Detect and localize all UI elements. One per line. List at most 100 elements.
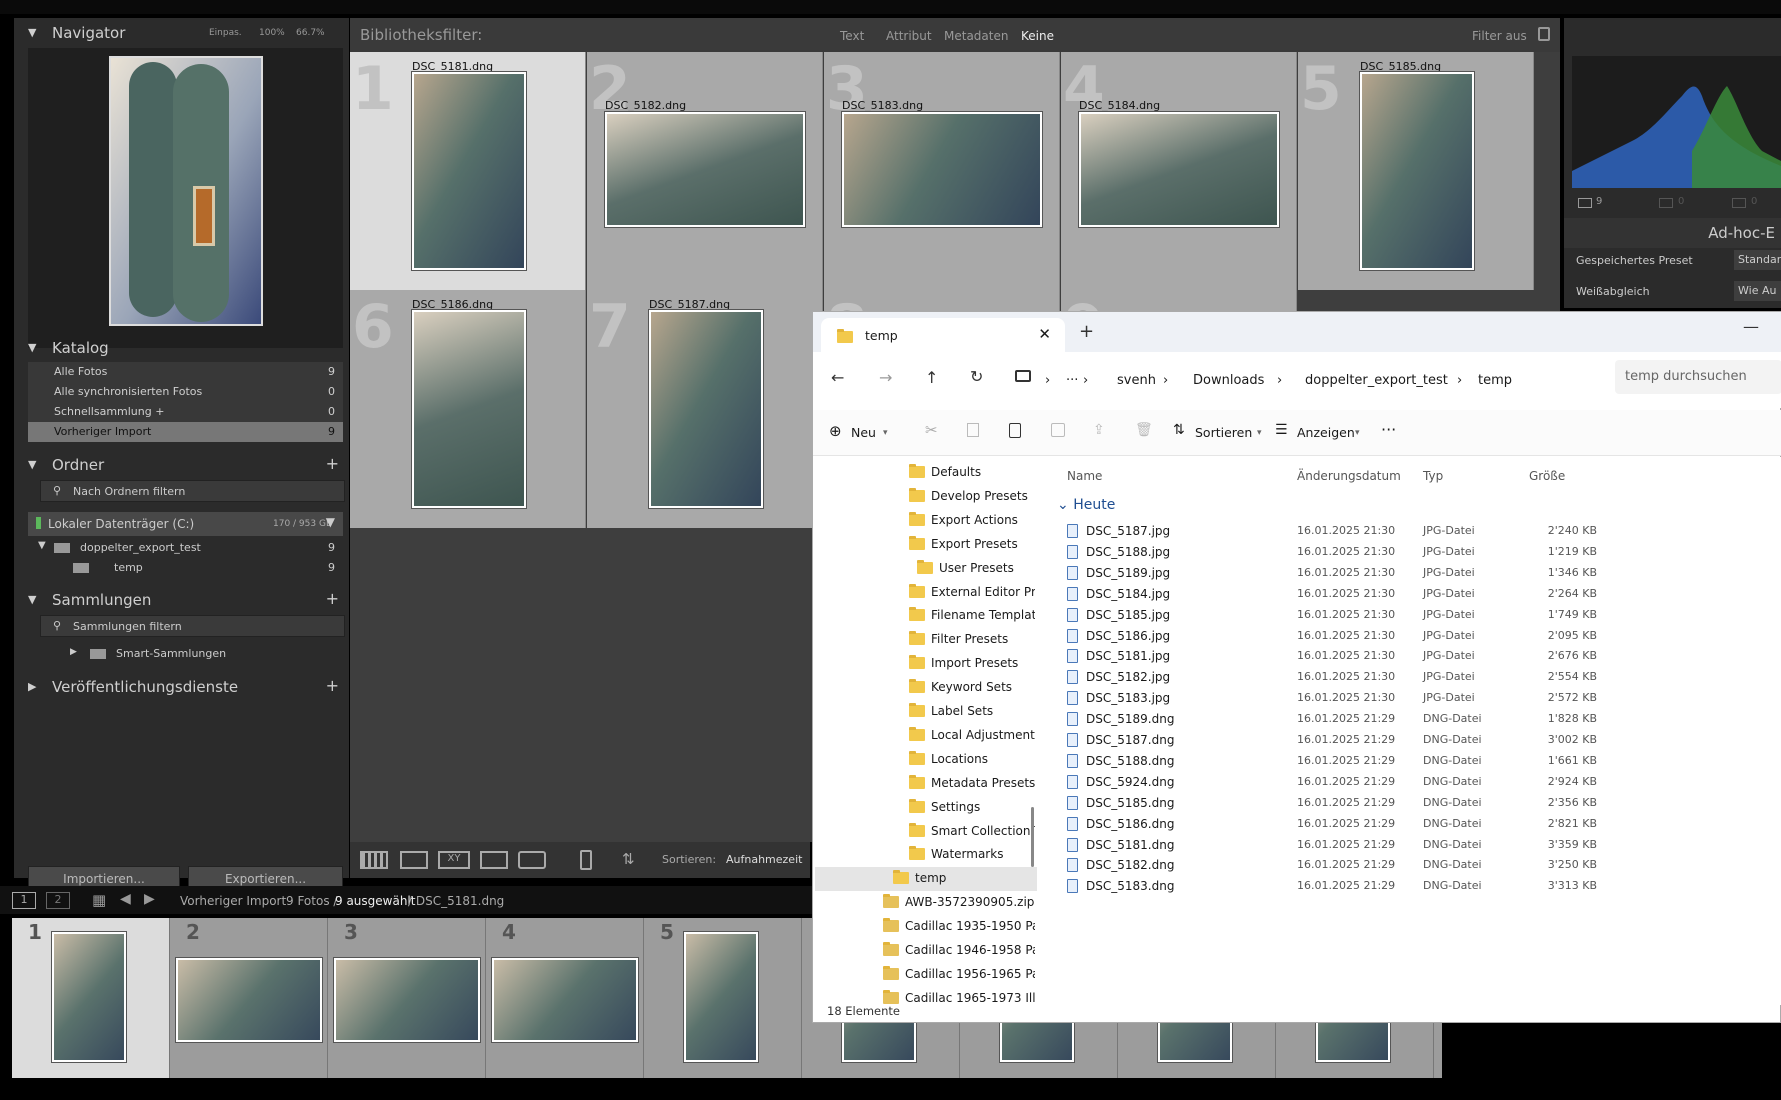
navigator-preview-image[interactable] <box>109 56 263 326</box>
filter-tab-metadata[interactable]: Metadaten <box>944 29 1008 43</box>
file-row[interactable]: DSC_5184.jpg 16.01.2025 21:30 JPG-Datei 2'2… <box>1067 584 1767 605</box>
file-row[interactable]: DSC_5181.jpg 16.01.2025 21:30 JPG-Datei 2'6… <box>1067 646 1767 667</box>
chevron-down-icon[interactable]: ▼ <box>326 515 335 529</box>
column-header-type[interactable]: Typ <box>1423 469 1443 483</box>
nav-item[interactable]: Defaults <box>909 461 1035 485</box>
more-options-icon[interactable]: ··· <box>1381 420 1396 439</box>
navigator-zoom-100[interactable]: 100% <box>259 28 285 38</box>
group-header-heute[interactable]: ⌄ Heute <box>1057 497 1115 513</box>
file-row[interactable]: DSC_5183.dng 16.01.2025 21:29 DNG-Datei 3'3… <box>1067 876 1767 897</box>
delete-icon[interactable]: 🗑 <box>1135 422 1153 438</box>
folder-row[interactable]: ▼ doppelter_export_test 9 <box>28 538 343 558</box>
filmstrip-cell[interactable]: 1 <box>12 918 170 1078</box>
back-arrow-icon[interactable]: ← <box>831 368 844 387</box>
saved-preset-dropdown[interactable]: Standar <box>1734 250 1781 270</box>
file-row[interactable]: DSC_5182.jpg 16.01.2025 21:30 JPG-Datei 2'5… <box>1067 667 1767 688</box>
filter-off-dropdown[interactable]: Filter aus <box>1472 29 1527 43</box>
smart-collections-row[interactable]: ▶ Smart-Sammlungen <box>28 644 343 664</box>
file-row[interactable]: DSC_5181.dng 16.01.2025 21:29 DNG-Datei 3'3… <box>1067 835 1767 856</box>
folders-header[interactable]: ▼ Ordner + <box>14 450 349 480</box>
nav-item[interactable]: Local Adjustment Pres <box>909 724 1035 748</box>
add-folder-icon[interactable]: + <box>326 454 339 473</box>
nav-item[interactable]: Export Presets <box>909 533 1035 557</box>
nav-item[interactable]: Smart Collection Temp <box>909 820 1035 844</box>
file-row[interactable]: DSC_5189.dng 16.01.2025 21:29 DNG-Datei 1'8… <box>1067 709 1767 730</box>
new-button[interactable]: Neu <box>851 425 876 440</box>
refresh-icon[interactable]: ↻ <box>970 367 983 386</box>
filmstrip-cell[interactable]: 5 <box>644 918 802 1078</box>
survey-view-icon[interactable] <box>480 851 508 869</box>
catalog-header[interactable]: ▼ Katalog <box>14 333 349 363</box>
copy-icon[interactable] <box>967 423 979 437</box>
filmstrip-thumbnail[interactable] <box>333 957 481 1043</box>
folder-filter-field[interactable]: ⚲ Nach Ordnern filtern <box>40 480 345 502</box>
spray-can-icon[interactable] <box>580 850 592 870</box>
nav-item[interactable]: Cadillac 1946-1958 Parts.zi <box>883 939 1035 963</box>
navigator-fit[interactable]: Einpas. <box>209 28 242 38</box>
photo-thumbnail[interactable] <box>1359 71 1475 271</box>
lock-icon[interactable] <box>1538 27 1550 41</box>
file-row[interactable]: DSC_5188.jpg 16.01.2025 21:30 JPG-Datei 1'2… <box>1067 542 1767 563</box>
nav-item[interactable]: Locations <box>909 748 1035 772</box>
nav-item[interactable]: Filter Presets <box>909 628 1035 652</box>
rename-icon[interactable] <box>1051 423 1065 437</box>
view-button[interactable]: Anzeigen <box>1297 425 1355 440</box>
volume-row[interactable]: Lokaler Datenträger (C:) 170 / 953 GB ▼ <box>28 512 343 536</box>
file-row[interactable]: DSC_5185.dng 16.01.2025 21:29 DNG-Datei 2'3… <box>1067 793 1767 814</box>
close-tab-icon[interactable]: ✕ <box>1038 325 1051 343</box>
breadcrumb-doppelter-export-test[interactable]: doppelter_export_test <box>1305 373 1448 388</box>
file-row[interactable]: DSC_5188.dng 16.01.2025 21:29 DNG-Datei 1'6… <box>1067 751 1767 772</box>
column-header-date[interactable]: Änderungsdatum <box>1297 469 1401 483</box>
grid-cell[interactable]: 5 DSC_5185.dng <box>1298 52 1534 290</box>
sort-direction-icon[interactable]: ⇅ <box>622 850 635 868</box>
breadcrumb-svenh[interactable]: svenh <box>1117 373 1156 388</box>
minimize-icon[interactable]: — <box>1743 317 1759 336</box>
explorer-tab-temp[interactable]: temp ✕ <box>821 318 1065 352</box>
people-view-icon[interactable] <box>518 851 546 869</box>
publish-header[interactable]: ▶ Veröffentlichungsdienste + <box>14 672 349 702</box>
sort-dropdown[interactable]: Aufnahmezeit <box>726 853 802 866</box>
file-row[interactable]: DSC_5187.jpg 16.01.2025 21:30 JPG-Datei 2'2… <box>1067 521 1767 542</box>
photo-thumbnail[interactable] <box>648 309 764 509</box>
collection-filter-field[interactable]: ⚲ Sammlungen filtern <box>40 615 345 637</box>
window-1-button[interactable]: 1 <box>12 892 36 909</box>
expand-triangle-icon[interactable]: ▼ <box>38 540 46 551</box>
photo-thumbnail[interactable] <box>841 111 1043 228</box>
grid-cell[interactable]: 1 DSC_5181.dng <box>350 52 586 290</box>
photo-thumbnail[interactable] <box>1078 111 1280 228</box>
nav-item[interactable]: External Editor Presets <box>909 581 1035 605</box>
file-row[interactable]: DSC_5189.jpg 16.01.2025 21:30 JPG-Datei 1'3… <box>1067 563 1767 584</box>
file-row[interactable]: DSC_5186.jpg 16.01.2025 21:30 JPG-Datei 2'0… <box>1067 626 1767 647</box>
nav-item[interactable]: Cadillac 1956-1965 Parts.zi <box>883 963 1035 987</box>
file-row[interactable]: DSC_5186.dng 16.01.2025 21:29 DNG-Datei 2'8… <box>1067 814 1767 835</box>
filmstrip-thumbnail[interactable] <box>683 931 759 1063</box>
new-tab-icon[interactable]: + <box>1079 321 1094 342</box>
cut-icon[interactable]: ✂ <box>925 421 938 439</box>
grid-cell[interactable]: 4 DSC_5184.dng <box>1061 52 1297 290</box>
nav-item[interactable]: Settings <box>909 796 1035 820</box>
photo-thumbnail[interactable] <box>604 111 806 228</box>
photo-thumbnail[interactable] <box>411 309 527 509</box>
column-header-name[interactable]: Name <box>1067 469 1102 483</box>
computer-icon[interactable] <box>1015 370 1031 382</box>
collections-header[interactable]: ▼ Sammlungen + <box>14 585 349 615</box>
compare-view-icon[interactable]: XY <box>438 851 470 869</box>
nav-item[interactable]: Filename Templates <box>909 604 1035 628</box>
catalog-item[interactable]: Alle Fotos 9 <box>28 362 343 382</box>
window-2-button[interactable]: 2 <box>46 892 70 909</box>
navigator-zoom-custom[interactable]: 66.7% <box>296 28 325 38</box>
back-arrow-icon[interactable]: ◀ <box>120 891 131 907</box>
search-input[interactable]: temp durchsuchen <box>1615 360 1781 394</box>
file-row[interactable]: DSC_5183.jpg 16.01.2025 21:30 JPG-Datei 2'5… <box>1067 688 1767 709</box>
breadcrumb-temp[interactable]: temp <box>1478 373 1512 388</box>
nav-item[interactable]: Import Presets <box>909 652 1035 676</box>
white-balance-dropdown[interactable]: Wie Au <box>1734 281 1781 301</box>
add-collection-icon[interactable]: + <box>326 589 339 608</box>
catalog-item-selected[interactable]: Vorheriger Import 9 <box>28 422 343 442</box>
quick-develop-header[interactable]: Ad-hoc-E <box>1564 218 1781 248</box>
nav-item[interactable]: Cadillac 1935-1950 Parts.zi <box>883 915 1035 939</box>
forward-arrow-icon[interactable]: → <box>879 368 892 387</box>
grid-cell[interactable]: 7 DSC_5187.dng <box>587 290 823 528</box>
folder-row[interactable]: temp 9 <box>28 558 343 578</box>
loupe-view-icon[interactable] <box>400 851 428 869</box>
